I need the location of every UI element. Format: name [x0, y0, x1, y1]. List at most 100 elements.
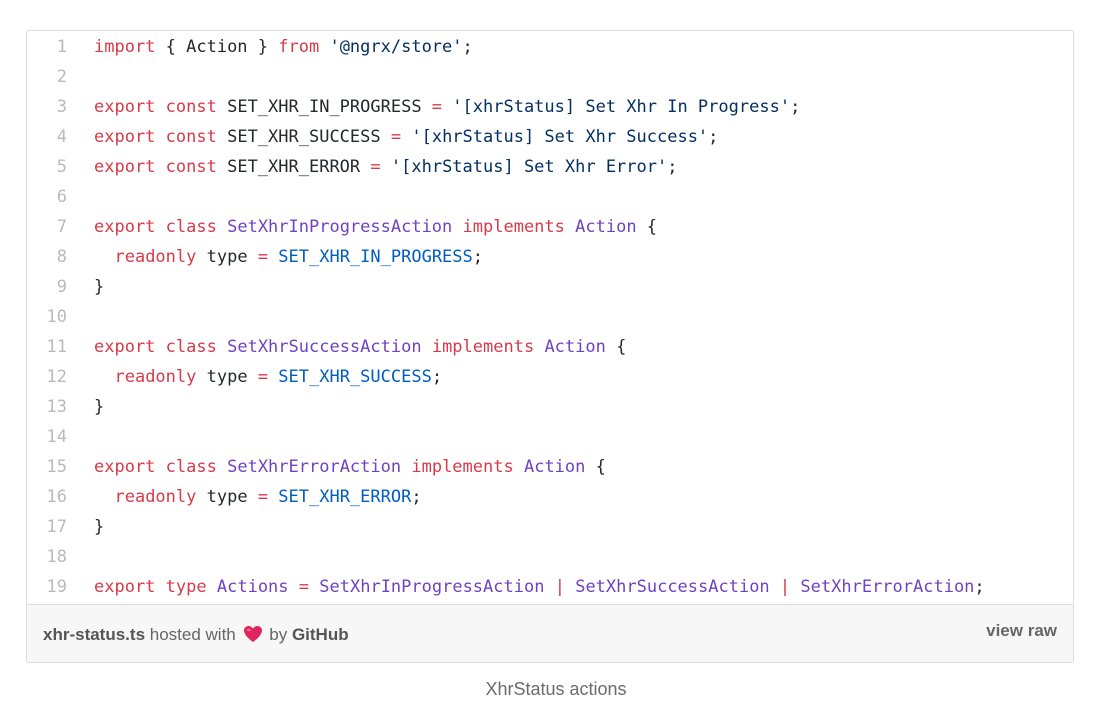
code-line: 14 — [27, 422, 1073, 452]
code-token: SetXhrSuccessAction — [227, 337, 422, 357]
code-token: Action — [523, 457, 586, 477]
code-token: type — [196, 367, 258, 387]
code-token: ; — [431, 367, 443, 387]
code-token: readonly — [114, 487, 197, 507]
code-token: '[xhrStatus] Set Xhr Error' — [390, 157, 668, 177]
code-token: = — [257, 487, 269, 507]
code-line: 11 export class SetXhrSuccessAction imple… — [27, 332, 1073, 362]
code-token: SetXhrSuccessAction — [575, 577, 770, 597]
code-token: = — [298, 577, 310, 597]
line-number: 1 — [56, 37, 67, 57]
code-token: SetXhrInProgressAction — [227, 217, 453, 237]
code-line: 9} — [27, 272, 1073, 302]
code-line: 18 — [27, 542, 1073, 572]
code-token: Actions — [216, 577, 289, 597]
gist-meta-bar: xhr-status.ts hosted with by GitHub view… — [27, 604, 1073, 662]
code-token: export — [94, 97, 156, 117]
code-line: 7 export class SetXhrInProgressAction imp… — [27, 212, 1073, 242]
github-link[interactable]: GitHub — [292, 625, 349, 644]
code-token: SET_XHR_SUCCESS — [216, 127, 391, 147]
code-line: 3 export const SET_XHR_IN_PROGRESS = '[xh… — [27, 92, 1073, 122]
gist-filename-link[interactable]: xhr-status.ts — [43, 625, 145, 644]
code-token: SET_XHR_SUCCESS — [278, 367, 432, 387]
code-line: 13} — [27, 392, 1073, 422]
code-token: ; — [790, 97, 801, 117]
code-token: const — [165, 157, 217, 177]
code-line: 19 export type Actions = SetXhrInProgress… — [27, 572, 1073, 602]
code-token: readonly — [114, 367, 197, 387]
code-token: ; — [472, 247, 484, 267]
code-token: { — [585, 457, 606, 477]
code-token: import — [94, 37, 156, 57]
line-number: 12 — [46, 367, 67, 387]
line-number: 2 — [56, 67, 67, 87]
code-token: type — [196, 247, 258, 267]
code-token: | — [779, 577, 791, 597]
code-token: SetXhrErrorAction — [227, 457, 402, 477]
code-token: export — [94, 457, 156, 477]
line-number: 6 — [56, 187, 67, 207]
code-line: 2 — [27, 62, 1073, 92]
code-token: implements — [411, 457, 514, 477]
line-source: export class SetXhrSuccessAction impleme… — [94, 332, 626, 362]
code-token: export — [94, 337, 156, 357]
code-token: implements — [462, 217, 565, 237]
line-number: 16 — [46, 487, 67, 507]
code-token: ; — [411, 487, 422, 507]
line-source: import { Action } from '@ngrx/store'; — [94, 32, 473, 62]
line-number: 5 — [56, 157, 67, 177]
code-token: SET_XHR_ERROR — [216, 157, 371, 177]
line-number: 11 — [46, 337, 67, 357]
code-line: 8 readonly type = SET_XHR_IN_PROGRESS; — [27, 242, 1073, 272]
line-source: readonly type = SET_XHR_SUCCESS; — [94, 362, 442, 392]
view-raw-link[interactable]: view raw — [986, 621, 1057, 641]
code-line: 12 readonly type = SET_XHR_SUCCESS; — [27, 362, 1073, 392]
line-source: export const SET_XHR_IN_PROGRESS = '[xhr… — [94, 92, 800, 122]
code-token: Action — [544, 337, 606, 357]
line-source: readonly type = SET_XHR_ERROR; — [94, 482, 422, 512]
code-token: from — [278, 37, 320, 57]
code-block: 1 import { Action } from '@ngrx/store'; 2 3… — [27, 31, 1073, 604]
code-line: 4 export const SET_XHR_SUCCESS = '[xhrSta… — [27, 122, 1073, 152]
code-token: export — [94, 217, 156, 237]
code-token: implements — [431, 337, 535, 357]
code-line: 16 readonly type = SET_XHR_ERROR; — [27, 482, 1073, 512]
code-token: = — [257, 367, 269, 387]
line-source: export type Actions = SetXhrInProgressAc… — [94, 572, 985, 602]
code-token: const — [165, 97, 217, 117]
line-number: 15 — [46, 457, 67, 477]
code-token: '[xhrStatus] Set Xhr Success' — [411, 127, 709, 147]
heart-icon — [243, 625, 263, 648]
code-token: { Action } — [155, 37, 279, 57]
code-token: '@ngrx/store' — [329, 37, 463, 57]
code-token: ; — [974, 577, 985, 597]
code-line: 17} — [27, 512, 1073, 542]
line-number: 7 — [56, 217, 67, 237]
line-number: 9 — [56, 277, 67, 297]
code-token: = — [257, 247, 269, 267]
code-token: | — [554, 577, 565, 597]
line-source: export class SetXhrErrorAction implement… — [94, 452, 606, 482]
code-token: class — [165, 217, 217, 237]
line-source: readonly type = SET_XHR_IN_PROGRESS; — [94, 242, 483, 272]
